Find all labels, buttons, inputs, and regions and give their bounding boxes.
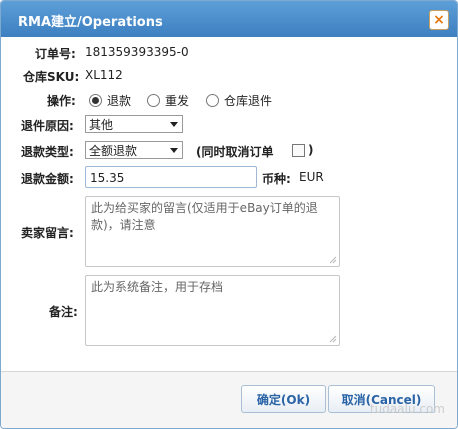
- radio-resend-label: 重发: [165, 94, 190, 108]
- currency-label: 币种:: [262, 172, 291, 186]
- refund-amount-label: 退款金额:: [21, 172, 74, 186]
- order-number-label: 订单号:: [35, 47, 76, 61]
- ok-button-label: 确定(Ok): [256, 392, 311, 407]
- note-textarea[interactable]: 此为系统备注，用于存档: [85, 275, 340, 346]
- radio-refund[interactable]: [89, 94, 102, 107]
- radio-resend[interactable]: [147, 94, 160, 107]
- seller-message-label: 卖家留言:: [21, 226, 74, 240]
- note-label: 备注:: [49, 305, 78, 319]
- refund-amount-input[interactable]: 15.35: [85, 166, 257, 188]
- return-reason-value: 其他: [89, 118, 114, 132]
- note-placeholder: 此为系统备注，用于存档: [91, 280, 224, 294]
- watermark: tudaalu.com: [369, 402, 445, 416]
- radio-warehouse-return-label: 仓库退件: [224, 94, 273, 108]
- currency-value: EUR: [299, 170, 324, 184]
- cancel-order-close-paren: ): [308, 143, 314, 157]
- ok-button[interactable]: 确定(Ok): [241, 385, 326, 413]
- cancel-order-checkbox[interactable]: [292, 144, 305, 157]
- cancel-order-label: (同时取消订单: [196, 145, 274, 159]
- chevron-down-icon: [170, 122, 178, 127]
- return-reason-select[interactable]: 其他: [85, 115, 183, 133]
- return-reason-label: 退件原因:: [21, 119, 74, 133]
- chevron-down-icon: [170, 148, 178, 153]
- refund-amount-value: 15.35: [90, 171, 125, 185]
- refund-type-select[interactable]: 全额退款: [85, 141, 183, 159]
- resize-grip-icon[interactable]: [329, 256, 337, 264]
- radio-refund-label: 退款: [107, 94, 132, 108]
- seller-message-placeholder: 此为给买家的留言(仅适用于eBay订单的退款)，请注意: [91, 201, 318, 232]
- refund-type-value: 全额退款: [89, 144, 138, 158]
- radio-warehouse-return[interactable]: [206, 94, 219, 107]
- close-button[interactable]: ×: [429, 10, 449, 30]
- refund-type-label: 退款类型:: [21, 145, 74, 159]
- sku-label: 仓库SKU:: [23, 70, 80, 84]
- operation-label: 操作:: [47, 94, 76, 108]
- title-bar[interactable]: RMA建立/Operations ×: [1, 1, 457, 37]
- dialog-title: RMA建立/Operations: [18, 15, 163, 30]
- close-icon: ×: [433, 12, 445, 28]
- seller-message-textarea[interactable]: 此为给买家的留言(仅适用于eBay订单的退款)，请注意: [85, 196, 340, 267]
- rma-dialog: RMA建立/Operations × 订单号: 181359393395-0 仓…: [0, 0, 458, 429]
- resize-grip-icon[interactable]: [329, 335, 337, 343]
- order-number-value: 181359393395-0: [85, 45, 189, 59]
- sku-value: XL112: [85, 68, 123, 82]
